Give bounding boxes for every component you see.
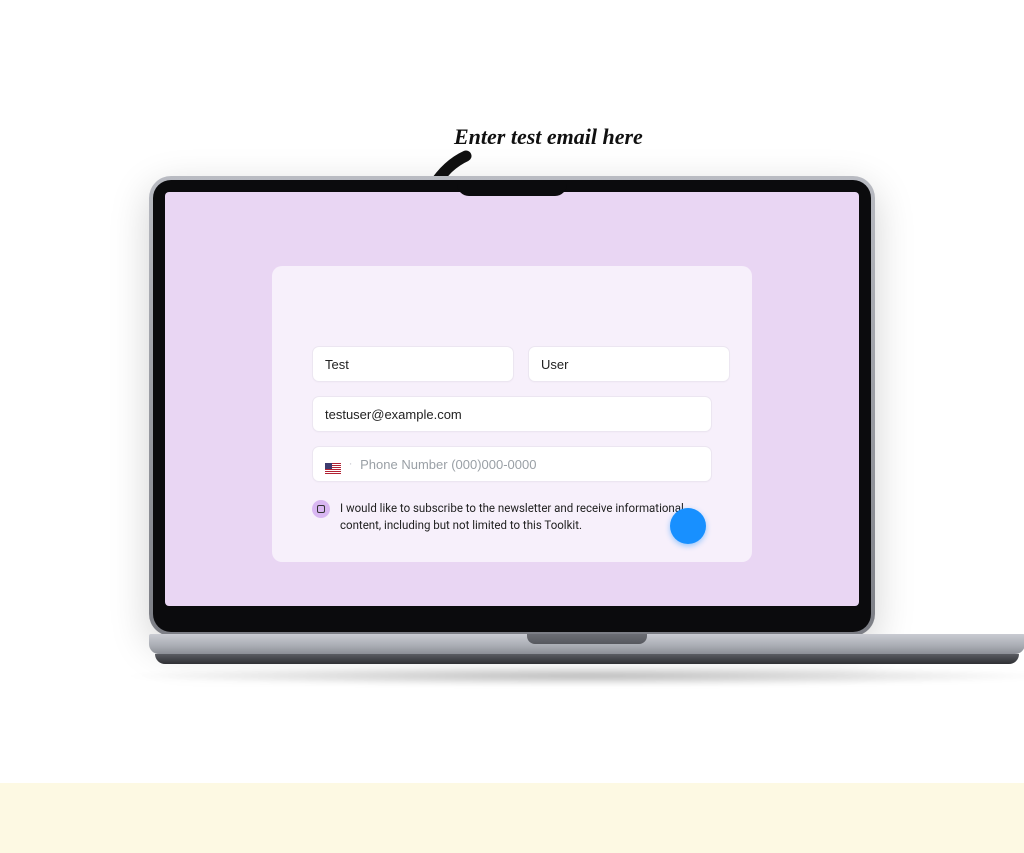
- laptop-mockup: · I would like to subscribe to the newsl…: [149, 176, 875, 670]
- laptop-screen: · I would like to subscribe to the newsl…: [165, 192, 859, 606]
- laptop-lid: · I would like to subscribe to the newsl…: [149, 176, 875, 636]
- first-name-field[interactable]: [312, 346, 514, 382]
- phone-number-field[interactable]: [360, 457, 699, 472]
- laptop-base: [149, 634, 1024, 670]
- camera-notch: [457, 180, 567, 196]
- email-field[interactable]: [312, 396, 712, 432]
- newsletter-consent-checkbox[interactable]: [312, 500, 330, 518]
- newsletter-consent-text: I would like to subscribe to the newslet…: [340, 500, 712, 533]
- submit-button[interactable]: [670, 508, 706, 544]
- signup-form-card: · I would like to subscribe to the newsl…: [272, 266, 752, 561]
- page-bottom-band: [0, 783, 1024, 853]
- phone-separator: ·: [349, 457, 352, 471]
- checkbox-box-icon: [317, 505, 325, 513]
- last-name-field[interactable]: [528, 346, 730, 382]
- screen-bezel: · I would like to subscribe to the newsl…: [153, 180, 871, 632]
- us-flag-icon: [325, 459, 341, 470]
- phone-field-wrap[interactable]: ·: [312, 446, 712, 482]
- annotation-callout-text: Enter test email here: [454, 124, 643, 150]
